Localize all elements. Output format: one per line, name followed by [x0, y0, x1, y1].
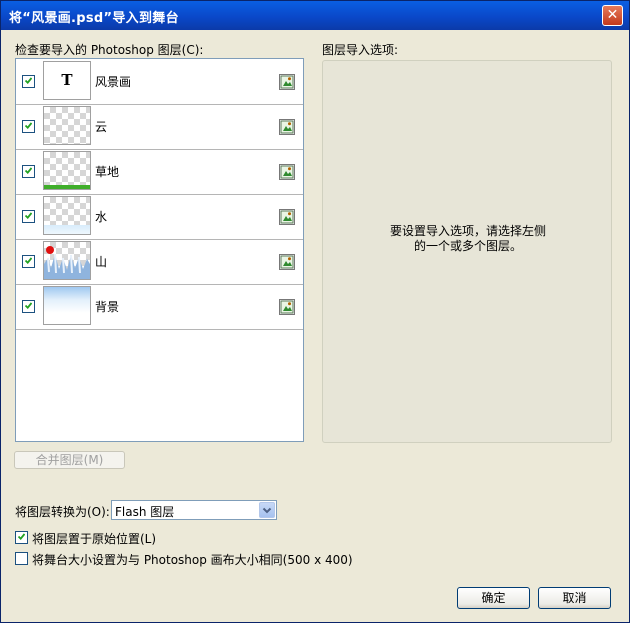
merge-layers-button[interactable]: 合并图层(M) [14, 451, 125, 469]
layer-import-icon[interactable] [279, 74, 295, 90]
close-icon: ✕ [606, 7, 619, 23]
layer-options-panel: 要设置导入选项，请选择左侧 的一个或多个图层。 [322, 60, 612, 443]
stage-size-label[interactable]: 将舞台大小设置为与 Photoshop 画布大小相同(500 x 400) [32, 551, 353, 568]
layer-row[interactable]: T 风景画 [16, 59, 303, 105]
image-import-icon [280, 75, 294, 89]
layer-thumbnail [43, 241, 91, 280]
text-layer-icon: T [61, 71, 73, 89]
check-icon [25, 257, 32, 264]
chevron-down-icon [262, 507, 272, 514]
close-button[interactable]: ✕ [602, 5, 623, 26]
layer-row[interactable]: 草地 [16, 149, 303, 195]
layer-thumbnail [43, 286, 91, 325]
keep-position-label[interactable]: 将图层置于原始位置(L) [32, 530, 156, 547]
import-dialog: 将“风景画.psd”导入到舞台 ✕ 检查要导入的 Photoshop 图层(C)… [0, 0, 630, 623]
layer-name: 水 [95, 210, 108, 224]
cancel-button[interactable]: 取消 [538, 587, 611, 609]
layer-thumbnail [43, 106, 91, 145]
layer-import-icon[interactable] [279, 164, 295, 180]
layer-import-icon[interactable] [279, 119, 295, 135]
layer-import-icon[interactable] [279, 299, 295, 315]
image-import-icon [280, 210, 294, 224]
layer-row[interactable]: 背景 [16, 284, 303, 330]
layer-checkbox[interactable] [22, 165, 35, 178]
layer-name: 云 [95, 120, 108, 134]
stage-size-checkbox[interactable] [15, 552, 28, 565]
layer-name: 风景画 [95, 75, 132, 89]
image-import-icon [280, 165, 294, 179]
layer-import-icon[interactable] [279, 209, 295, 225]
check-icon [25, 77, 32, 84]
layer-row[interactable]: 水 [16, 194, 303, 240]
layer-list[interactable]: T 风景画 云 草地 水 山 背景 [15, 58, 304, 442]
image-import-icon [280, 255, 294, 269]
options-hint: 要设置导入选项，请选择左侧 的一个或多个图层。 [323, 224, 613, 254]
window-title: 将“风景画.psd”导入到舞台 [9, 11, 179, 26]
image-import-icon [280, 120, 294, 134]
ok-button[interactable]: 确定 [457, 587, 530, 609]
check-icon [25, 122, 32, 129]
options-hint-line: 的一个或多个图层。 [413, 239, 522, 253]
title-bar[interactable]: 将“风景画.psd”导入到舞台 ✕ [1, 1, 629, 30]
layer-checkbox[interactable] [22, 210, 35, 223]
layer-thumbnail: T [43, 61, 91, 100]
convert-layers-select[interactable]: Flash 图层 [111, 500, 277, 520]
layer-checkbox[interactable] [22, 255, 35, 268]
layer-checkbox[interactable] [22, 75, 35, 88]
layer-import-icon[interactable] [279, 254, 295, 270]
check-icon [25, 302, 32, 309]
convert-label: 将图层转换为(O): [15, 505, 110, 519]
layer-name: 背景 [95, 300, 120, 314]
layers-section-label: 检查要导入的 Photoshop 图层(C): [15, 43, 204, 57]
layer-name: 草地 [95, 165, 120, 179]
layer-thumbnail [43, 196, 91, 235]
keep-position-checkbox[interactable] [15, 531, 28, 544]
convert-select-value: Flash 图层 [115, 505, 175, 519]
dropdown-arrow[interactable] [259, 502, 275, 518]
layer-name: 山 [95, 255, 108, 269]
check-icon [18, 533, 25, 540]
layer-checkbox[interactable] [22, 120, 35, 133]
layer-thumbnail [43, 151, 91, 190]
image-import-icon [280, 300, 294, 314]
layer-row[interactable]: 山 [16, 239, 303, 285]
layer-checkbox[interactable] [22, 300, 35, 313]
mountain-thumbnail-art [44, 246, 90, 279]
check-icon [25, 212, 32, 219]
layer-row[interactable]: 云 [16, 104, 303, 150]
check-icon [25, 167, 32, 174]
options-section-label: 图层导入选项: [322, 43, 399, 57]
options-hint-line: 要设置导入选项，请选择左侧 [389, 224, 546, 238]
